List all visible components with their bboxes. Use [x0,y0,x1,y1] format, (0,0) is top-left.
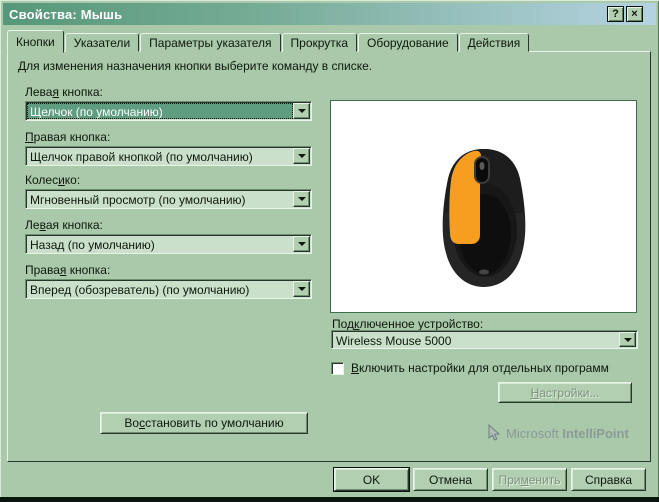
window-title: Свойства: Мышь [9,6,123,22]
combobox-value: Мгновенный просмотр (по умолчанию) [30,193,246,207]
left-side-button-combobox[interactable]: Назад (по умолчанию) [25,234,312,254]
ok-button[interactable]: OK [334,468,409,491]
tab-strip: Кнопки Указатели Параметры указателя Про… [7,29,530,53]
chevron-down-icon [297,197,306,201]
chevron-down-icon [297,109,306,113]
restore-defaults-button[interactable]: Восстановить по умолчанию [100,412,308,434]
connected-device-label: Подключенное устройство: [332,317,484,331]
chevron-down-icon [297,242,306,246]
close-icon[interactable]: × [626,6,643,22]
brand-vendor: Microsoft [506,425,559,441]
left-button-label: Левая кнопка: [25,85,103,99]
tab-wheel[interactable]: Прокрутка [281,33,357,52]
tab-actions[interactable]: Действия [458,33,530,52]
help-icon[interactable]: ? [607,6,624,22]
wheel-button-combobox[interactable]: Мгновенный просмотр (по умолчанию) [25,189,312,209]
combobox-value: Wireless Mouse 5000 [336,334,452,347]
apply-button[interactable]: Применить [492,468,567,491]
left-side-button-label: Левая кнопка: [25,218,103,232]
tab-pointer-options[interactable]: Параметры указателя [140,33,281,52]
right-side-button-label: Правая кнопка: [25,263,111,277]
tab-pointers[interactable]: Указатели [64,33,140,52]
combobox-value: Вперед (обозреватель) (по умолчанию) [30,283,250,297]
dropdown-button[interactable] [293,191,310,207]
window-bottom-edge [0,497,659,502]
settings-button[interactable]: Настройки... [498,382,632,403]
per-program-settings-label: Включить настройки для отдельных програм… [351,361,609,375]
brand-product: IntelliPoint [562,425,629,441]
chevron-down-icon [297,154,306,158]
right-side-button-combobox[interactable]: Вперед (обозреватель) (по умолчанию) [25,279,312,299]
cancel-button[interactable]: Отмена [413,468,488,491]
help-button[interactable]: Справка [571,468,646,491]
per-program-settings-row: Включить настройки для отдельных програм… [331,361,609,375]
dropdown-button[interactable] [293,236,310,252]
mouse-image [442,149,526,287]
instruction-text: Для изменения назначения кнопки выберите… [18,59,373,73]
right-button-combobox[interactable]: Щелчок правой кнопкой (по умолчанию) [25,146,312,166]
dropdown-button[interactable] [293,281,310,297]
mouse-properties-dialog: Свойства: Мышь ? × Кнопки Указатели Пара… [0,0,659,502]
combobox-value: Назад (по умолчанию) [30,238,155,252]
chevron-down-icon [297,287,306,291]
titlebar[interactable]: Свойства: Мышь ? × [3,3,656,25]
chevron-down-icon [623,337,632,342]
mouse-preview-panel [330,100,637,313]
dropdown-button[interactable] [293,148,310,164]
intellipoint-branding: Microsoft IntelliPoint [487,424,629,442]
dropdown-button[interactable] [293,103,310,119]
combobox-value: Щелчок правой кнопкой (по умолчанию) [30,150,253,164]
combobox-value: Щелчок (по умолчанию) [27,103,293,119]
per-program-settings-checkbox[interactable] [331,361,344,375]
connected-device-combobox[interactable]: Wireless Mouse 5000 [331,330,638,349]
dropdown-button[interactable] [619,332,636,347]
wheel-button-label: Колесико: [25,173,81,187]
tab-buttons[interactable]: Кнопки [7,30,64,53]
cursor-arrow-icon [488,424,500,441]
left-button-combobox[interactable]: Щелчок (по умолчанию) [25,101,312,121]
right-button-label: Правая кнопка: [25,130,111,144]
buttons-tab-page: Для изменения назначения кнопки выберите… [7,51,651,462]
tab-hardware[interactable]: Оборудование [358,33,458,52]
